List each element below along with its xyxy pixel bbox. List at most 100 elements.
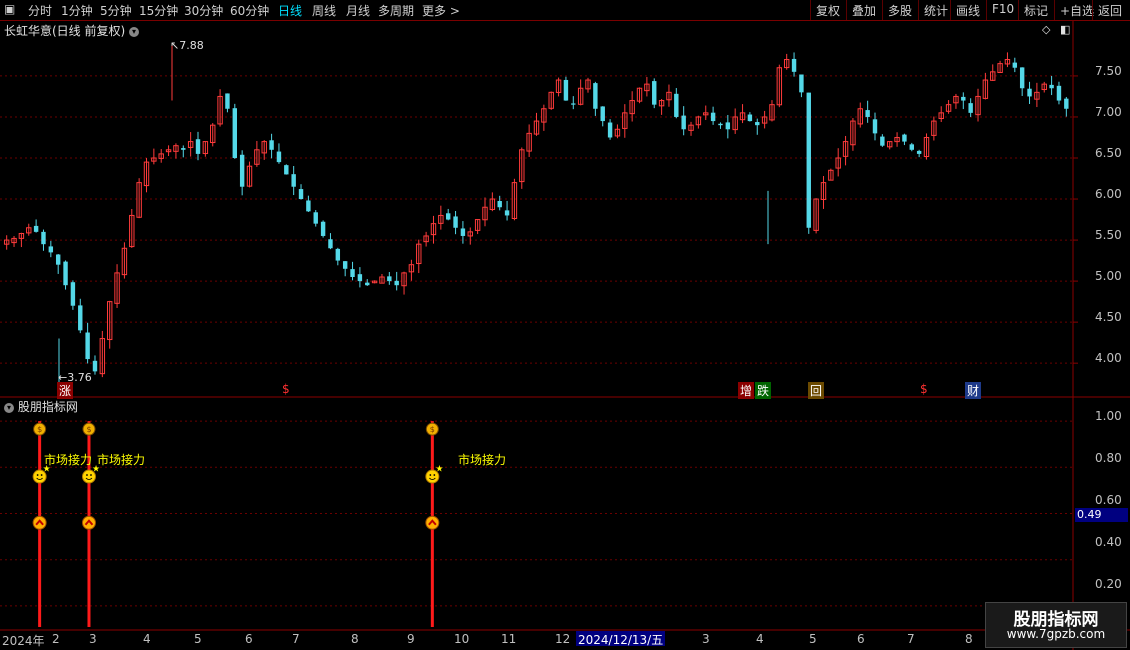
tab-15min[interactable]: 15分钟 [139, 2, 178, 19]
kline-chart[interactable]: $★$★$★ [0, 21, 1130, 650]
candle-body [674, 93, 679, 117]
candle-body [313, 212, 318, 224]
candle-body [357, 274, 363, 282]
tab-30min[interactable]: 30分钟 [184, 2, 223, 19]
event-marker-die[interactable]: 跌 [755, 382, 772, 399]
toolbar-menu-icon[interactable]: ▣ [4, 2, 15, 16]
multi-stock-button[interactable]: 多股 [882, 0, 918, 20]
fuquan-button[interactable]: 复权 [810, 0, 846, 20]
event-marker-cai[interactable]: 财 [965, 382, 982, 399]
tab-fenshi[interactable]: 分时 [28, 2, 52, 19]
cursor-date-label: 2024/12/13/五 [576, 631, 666, 647]
x-tick-label: 2 [52, 632, 60, 646]
y-tick-label: 5.00 [1095, 269, 1122, 283]
candle-body [902, 134, 907, 142]
statistics-button[interactable]: 统计 [918, 0, 950, 20]
draw-line-button[interactable]: 画线 [950, 0, 986, 20]
candle-body [92, 360, 98, 372]
chevron-down-icon[interactable]: ▾ [129, 26, 140, 37]
x-tick-label: 2024年 [2, 634, 45, 648]
f10-button[interactable]: F10 [986, 0, 1018, 20]
candle-body [607, 122, 613, 138]
candle-body [1056, 85, 1062, 101]
event-marker-dollar[interactable]: $ [280, 382, 292, 396]
tab-monthly[interactable]: 月线 [346, 2, 370, 19]
x-tick-label: 7 [907, 632, 915, 646]
candle-body [33, 225, 39, 232]
indicator-y-tick: 0.80 [1095, 451, 1122, 465]
candle-body [239, 154, 245, 187]
candle-body [1019, 67, 1025, 89]
candle-body [365, 282, 370, 286]
candle-body [725, 122, 731, 130]
candle-body [497, 201, 502, 208]
candle-body [872, 119, 878, 134]
candle-body [460, 228, 466, 236]
candle-body [1064, 98, 1069, 109]
signal-label: 市场接力 [44, 453, 93, 467]
stock-title-text: 长虹华意(日线 前复权) [4, 24, 126, 38]
candle-body [571, 103, 576, 105]
candle-body [63, 261, 68, 286]
candle-body [70, 282, 76, 306]
indicator-series: $★$★$★ [32, 421, 443, 627]
tab-more[interactable]: 更多 > [422, 2, 460, 19]
y-tick-label: 6.00 [1095, 187, 1122, 201]
candle-body [232, 108, 238, 158]
candle-body [961, 96, 966, 101]
candle-body [269, 140, 274, 150]
candle-body [755, 122, 760, 126]
candle-body [652, 81, 657, 105]
candle-body [865, 110, 870, 117]
x-tick-label: 9 [407, 632, 415, 646]
chart-frame [0, 21, 1130, 650]
diamond-icon[interactable]: ◇ [1042, 23, 1050, 36]
candle-body [1027, 88, 1032, 97]
indicator-y-tick: 0.60 [1095, 493, 1122, 507]
money-bag-icon-glyph: $ [86, 425, 91, 434]
event-marker-zeng[interactable]: 增 [738, 382, 755, 399]
smiley-eye [36, 474, 39, 476]
candle-body [453, 216, 458, 228]
x-tick-label: 5 [194, 632, 202, 646]
panel-toggle-icon[interactable]: ◧ [1060, 23, 1070, 36]
candle-body [681, 115, 686, 130]
event-marker-hui[interactable]: 回 [808, 382, 825, 399]
back-button[interactable]: 返回 [1092, 0, 1130, 20]
tab-weekly[interactable]: 周线 [312, 2, 336, 19]
add-favorite-button[interactable]: +自选 [1054, 0, 1094, 20]
candle-body [563, 79, 569, 101]
tab-1min[interactable]: 1分钟 [61, 2, 93, 19]
smiley-eye [86, 474, 88, 476]
x-tick-label: 4 [756, 632, 764, 646]
candle-body [806, 92, 811, 228]
tab-60min[interactable]: 60分钟 [230, 2, 269, 19]
candle-body [799, 74, 804, 93]
y-tick-label: 7.50 [1095, 64, 1122, 78]
candle-body [306, 200, 311, 212]
candle-body [600, 106, 605, 122]
signal-label: 市场接力 [458, 453, 507, 467]
x-tick-label: 6 [857, 632, 865, 646]
candlestick-series [3, 44, 1069, 383]
x-tick-label: 8 [965, 632, 973, 646]
candle-body [791, 58, 797, 72]
candle-body [41, 231, 46, 245]
event-marker-zhang[interactable]: 涨 [57, 382, 74, 399]
candle-body [298, 189, 304, 200]
candle-body [342, 261, 348, 269]
tab-5min[interactable]: 5分钟 [100, 2, 132, 19]
candle-body [1012, 62, 1018, 68]
period-toolbar: ▣ 分时 1分钟 5分钟 15分钟 30分钟 60分钟 日线 周线 月线 多周期… [0, 0, 1130, 21]
indicator-y-tick: 1.00 [1095, 409, 1122, 423]
candle-body [55, 254, 61, 265]
mark-button[interactable]: 标记 [1018, 0, 1054, 20]
tab-daily[interactable]: 日线 [278, 2, 302, 19]
event-marker-dollar-2[interactable]: $ [918, 382, 930, 396]
chevron-down-icon[interactable]: ▾ [4, 402, 14, 413]
tab-multi-period[interactable]: 多周期 [378, 2, 414, 19]
money-bag-icon-glyph: $ [37, 425, 42, 434]
smiley-eye [40, 474, 43, 476]
overlay-button[interactable]: 叠加 [846, 0, 882, 20]
x-tick-label: 3 [89, 632, 97, 646]
